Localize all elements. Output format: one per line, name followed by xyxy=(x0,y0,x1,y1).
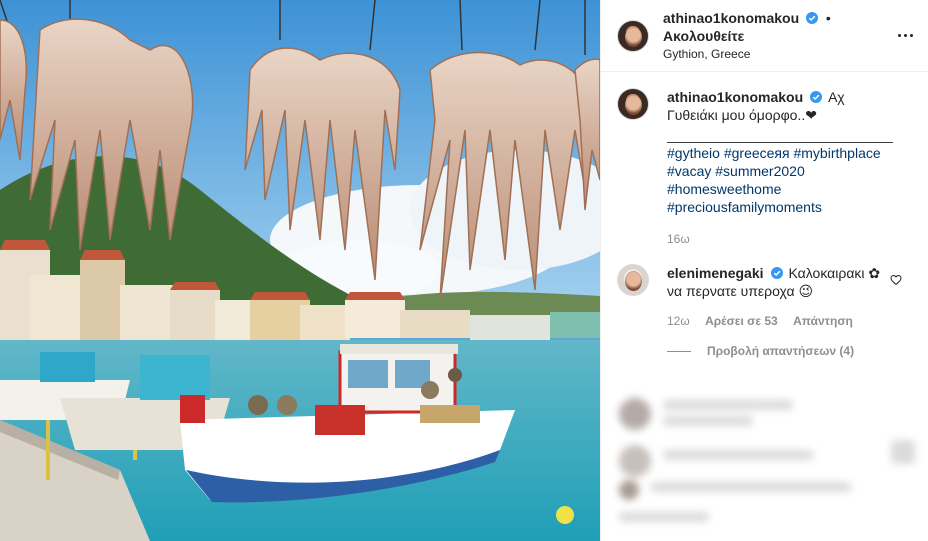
caption-meta: 16ω xyxy=(667,232,893,246)
hashtag[interactable]: #homesweethome xyxy=(667,181,781,197)
view-replies-button[interactable]: Προβολή απαντήσεων (4) xyxy=(667,344,912,358)
verified-badge-icon xyxy=(810,91,823,103)
hashtag[interactable]: #summer2020 xyxy=(715,163,805,179)
comment-meta: 12ω Αρέσει σε 53 Απάντηση xyxy=(667,314,893,328)
hashtag[interactable]: #mybirthplace xyxy=(793,145,880,161)
instagram-post: athinao1konomakou • Ακολουθείτε Gythion,… xyxy=(0,0,928,541)
comment-time[interactable]: 12ω xyxy=(667,314,690,328)
post-sidebar: athinao1konomakou • Ακολουθείτε Gythion,… xyxy=(600,0,928,541)
like-heart-icon[interactable] xyxy=(890,274,902,286)
hashtag[interactable]: #gytheio xyxy=(667,145,720,161)
author-username[interactable]: athinao1konomakou xyxy=(663,10,799,26)
verified-badge-icon xyxy=(770,267,783,279)
blurred-comments xyxy=(601,390,928,541)
hashtag[interactable]: #preciousfamilymoments xyxy=(667,199,822,215)
author-avatar[interactable] xyxy=(617,19,649,52)
harbor-photo xyxy=(0,0,600,541)
hashtag[interactable]: #greeceяя xyxy=(724,145,790,161)
reply-button[interactable]: Απάντηση xyxy=(793,314,853,328)
comment-likes[interactable]: Αρέσει σε 53 xyxy=(705,314,778,328)
post-photo[interactable] xyxy=(0,0,600,541)
following-button[interactable]: Ακολουθείτε xyxy=(663,28,744,44)
comment-item: elenimenegaki Καλοκαιρακι ✿ να περνατε υ… xyxy=(617,264,912,328)
verified-badge-icon xyxy=(806,11,819,24)
caption-time[interactable]: 16ω xyxy=(667,232,690,246)
more-options-icon[interactable] xyxy=(894,24,916,46)
post-header: athinao1konomakou • Ακολουθείτε Gythion,… xyxy=(601,0,928,72)
commenter-avatar[interactable] xyxy=(617,264,649,296)
caption-hashtags: #gytheio #greeceяя #mybirthplace #vacay … xyxy=(667,144,893,216)
caption: athinao1konomakou Αχ Γυθειάκι μου όμορφο… xyxy=(617,88,912,246)
post-location[interactable]: Gythion, Greece xyxy=(663,45,912,63)
caption-username[interactable]: athinao1konomakou xyxy=(667,89,803,105)
replies-divider xyxy=(667,350,691,352)
caption-avatar[interactable] xyxy=(617,88,649,120)
comment-username[interactable]: elenimenegaki xyxy=(667,265,764,281)
header-separator: • xyxy=(825,9,831,26)
view-replies-label: Προβολή απαντήσεων (4) xyxy=(707,344,855,358)
caption-divider: _____________________________ xyxy=(667,127,893,143)
hashtag[interactable]: #vacay xyxy=(667,163,711,179)
